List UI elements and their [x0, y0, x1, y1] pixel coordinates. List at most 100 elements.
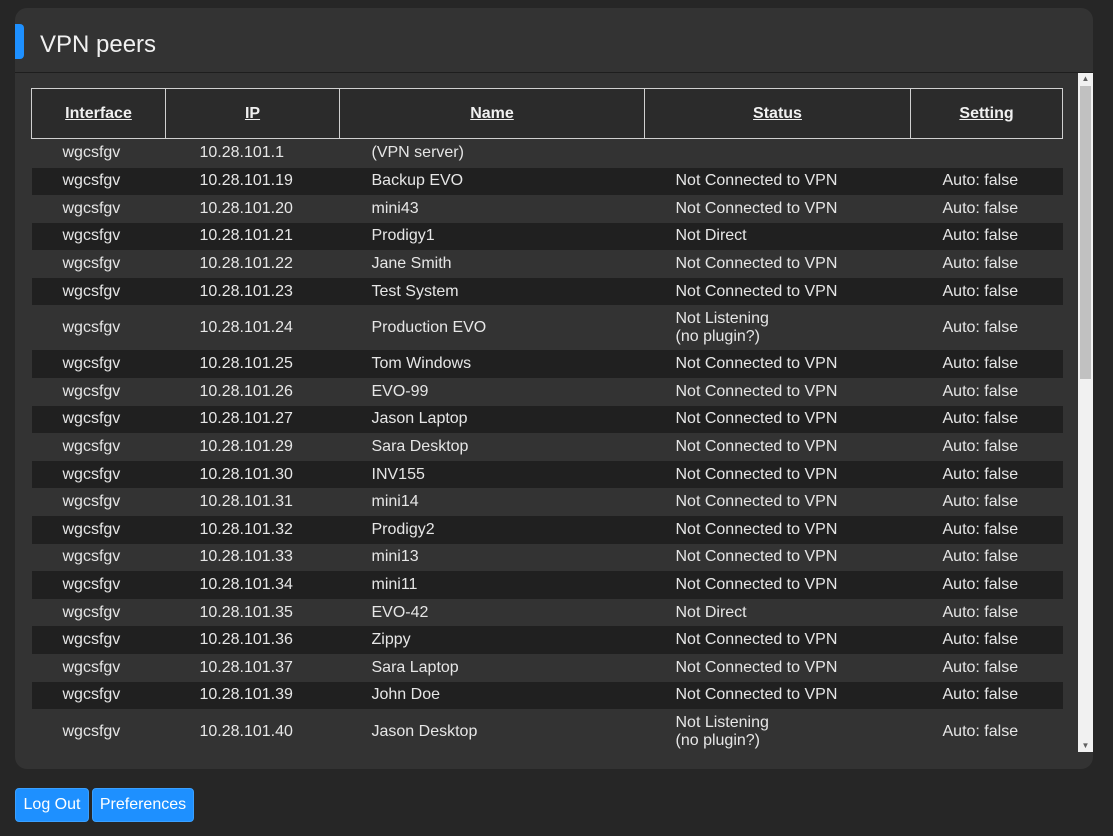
cell-status: Not Connected to VPN [675, 548, 838, 566]
column-header-name[interactable]: Name [339, 88, 645, 139]
table-row: wgcsfgv 10.28.101.19 Backup EVO Not Connect… [31, 167, 1063, 196]
cell-interface: wgcsfgv [62, 144, 121, 162]
cell-status: Not Connected to VPN [675, 576, 838, 594]
cell-status: Not Connected to VPN [675, 493, 838, 511]
cell-status: Not Connected to VPN [675, 658, 838, 676]
cell-name: mini13 [371, 548, 419, 566]
column-header-ip[interactable]: IP [165, 88, 340, 139]
cell-status: Not Connected to VPN [675, 255, 838, 273]
cell-setting: Auto: false [942, 631, 1019, 649]
cell-ip: 10.28.101.34 [199, 576, 293, 594]
vertical-scrollbar[interactable]: ▲ ▼ [1078, 73, 1093, 752]
cell-ip: 10.28.101.19 [199, 172, 293, 190]
cell-setting: Auto: false [942, 382, 1019, 400]
cell-ip: 10.28.101.31 [199, 493, 293, 511]
cell-setting: Auto: false [942, 199, 1019, 217]
cell-interface: wgcsfgv [62, 282, 121, 300]
cell-setting: Auto: false [942, 722, 1019, 740]
table-row: wgcsfgv 10.28.101.24 Production EVO Not Lis… [32, 305, 1063, 350]
cell-name: Jason Desktop [371, 722, 478, 740]
cell-interface: wgcsfgv [62, 465, 121, 483]
cell-setting: Auto: false [942, 227, 1019, 245]
cell-status: Not Connected to VPN [675, 410, 838, 428]
cell-interface: wgcsfgv [62, 631, 121, 649]
cell-name: mini43 [371, 199, 419, 217]
cell-status: Not Listening (no plugin?) [675, 309, 769, 345]
cell-interface: wgcsfgv [62, 520, 121, 538]
table-row: wgcsfgv 10.28.101.20 mini43 Not Connected t… [32, 195, 1063, 223]
cell-ip: 10.28.101.25 [199, 355, 293, 373]
vpn-peers-panel: VPN peers Interface IP Name Status Setti… [15, 8, 1093, 769]
cell-ip: 10.28.101.30 [199, 465, 293, 483]
log-out-button[interactable]: Log Out [15, 788, 89, 822]
table-row: wgcsfgv 10.28.101.22 Jane Smith Not Connect… [32, 250, 1063, 278]
cell-name: mini11 [371, 576, 418, 594]
column-header-status[interactable]: Status [644, 88, 911, 139]
cell-name: Backup EVO [371, 172, 464, 190]
peers-scroll-area[interactable]: Interface IP Name Status Setting wgcsfgv… [15, 73, 1093, 769]
cell-interface: wgcsfgv [62, 438, 121, 456]
table-row: wgcsfgv 10.28.101.40 Jason Desktop Not List… [32, 709, 1063, 754]
column-header-interface[interactable]: Interface [31, 88, 166, 139]
cell-name: Jason Laptop [371, 410, 468, 428]
cell-interface: wgcsfgv [62, 410, 121, 428]
cell-interface: wgcsfgv [62, 722, 121, 740]
table-row: wgcsfgv 10.28.101.1 (VPN server) [32, 139, 1063, 168]
cell-setting: Auto: false [942, 576, 1019, 594]
cell-interface: wgcsfgv [62, 658, 121, 676]
cell-status: Not Connected to VPN [675, 199, 838, 217]
table-row: wgcsfgv 10.28.101.31 mini14 Not Connected t… [32, 488, 1063, 516]
cell-ip: 10.28.101.32 [199, 520, 293, 538]
cell-status: Not Listening (no plugin?) [675, 713, 769, 749]
cell-name: Zippy [371, 631, 411, 649]
cell-setting: Auto: false [942, 686, 1019, 704]
cell-name: Sara Desktop [371, 438, 469, 456]
cell-setting: Auto: false [942, 520, 1019, 538]
table-row: wgcsfgv 10.28.101.26 EVO-99 Not Connected t… [32, 378, 1063, 406]
peers-table: Interface IP Name Status Setting wgcsfgv… [31, 88, 1063, 754]
scroll-up-arrow-icon[interactable]: ▲ [1078, 73, 1093, 85]
cell-name: INV155 [371, 465, 425, 483]
table-header-row: Interface IP Name Status Setting [31, 88, 1063, 139]
cell-status: Not Connected to VPN [675, 465, 838, 483]
cell-status: Not Connected to VPN [675, 686, 838, 704]
cell-setting: Auto: false [942, 255, 1019, 273]
table-row: wgcsfgv 10.28.101.39 John Doe Not Connected… [31, 681, 1063, 710]
cell-interface: wgcsfgv [62, 172, 121, 190]
cell-name: mini14 [371, 493, 419, 511]
cell-name: Prodigy2 [371, 520, 435, 538]
scrollbar-thumb[interactable] [1080, 86, 1091, 379]
preferences-button[interactable]: Preferences [92, 788, 194, 822]
table-row: wgcsfgv 10.28.101.29 Sara Desktop Not Conne… [32, 433, 1063, 461]
cell-interface: wgcsfgv [62, 493, 121, 511]
cell-setting: Auto: false [942, 438, 1019, 456]
cell-name: Sara Laptop [371, 658, 459, 676]
cell-setting: Auto: false [942, 410, 1019, 428]
table-row: wgcsfgv 10.28.101.33 mini13 Not Connected t… [32, 544, 1063, 572]
cell-status: Not Direct [675, 227, 747, 245]
cell-interface: wgcsfgv [62, 318, 121, 336]
cell-status: Not Connected to VPN [675, 172, 838, 190]
cell-setting [911, 139, 1063, 168]
cell-ip: 10.28.101.39 [199, 686, 293, 704]
accent-bar [15, 24, 24, 59]
scroll-down-arrow-icon[interactable]: ▼ [1078, 740, 1093, 752]
cell-interface: wgcsfgv [62, 355, 121, 373]
peer-rows: wgcsfgv 10.28.101.1 (VPN server) wgcsfgv 10.… [31, 139, 1063, 755]
cell-status: Not Connected to VPN [675, 355, 838, 373]
table-row: wgcsfgv 10.28.101.27 Jason Laptop Not Conne… [31, 405, 1063, 434]
cell-name: John Doe [371, 686, 441, 704]
cell-ip: 10.28.101.1 [199, 144, 285, 162]
cell-ip: 10.28.101.23 [199, 282, 293, 300]
cell-ip: 10.28.101.37 [199, 658, 293, 676]
cell-setting: Auto: false [942, 318, 1019, 336]
cell-name: EVO-99 [371, 382, 429, 400]
cell-interface: wgcsfgv [62, 199, 121, 217]
cell-name: (VPN server) [371, 144, 464, 162]
column-header-setting[interactable]: Setting [910, 88, 1063, 139]
cell-status: Not Connected to VPN [675, 282, 838, 300]
cell-setting: Auto: false [942, 355, 1019, 373]
table-row: wgcsfgv 10.28.101.34 mini11 Not Connected t… [31, 571, 1063, 599]
cell-status: Not Connected to VPN [675, 520, 838, 538]
cell-ip: 10.28.101.22 [199, 255, 293, 273]
